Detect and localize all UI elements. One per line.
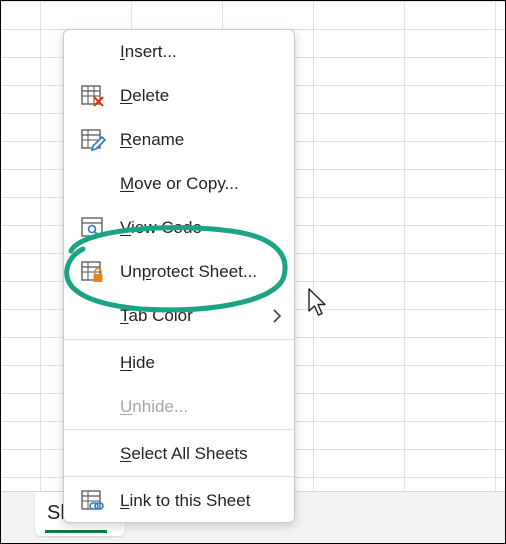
menu-item-label: Link to this Sheet	[120, 491, 251, 510]
menu-item-hide[interactable]: Hide	[64, 345, 294, 381]
sheet-tab-underline	[45, 530, 107, 533]
unprotect-sheet-icon	[81, 261, 103, 282]
menu-item-rename[interactable]: Rename	[64, 122, 294, 158]
delete-sheet-icon	[81, 85, 104, 107]
menu-item-delete[interactable]: Delete	[64, 78, 294, 114]
menu-item-label: Select All Sheets	[120, 444, 248, 463]
mouse-pointer-icon	[308, 288, 326, 316]
menu-item-label: Insert...	[120, 42, 177, 61]
menu-item-label: Rename	[120, 130, 185, 149]
sheet-context-menu: Insert... Delete Rename Move or Copy... …	[63, 29, 295, 523]
menu-separator	[64, 429, 294, 430]
menu-separator	[64, 339, 294, 340]
menu-item-label: Hide	[120, 353, 155, 372]
menu-item-label: Tab Color	[120, 306, 193, 325]
menu-item-label: Unprotect Sheet...	[120, 262, 258, 281]
menu-item-tab-color[interactable]: Tab Color	[64, 298, 294, 334]
menu-item-label: Move or Copy...	[120, 174, 239, 193]
menu-item-select-all-sheets[interactable]: Select All Sheets	[64, 436, 294, 472]
menu-item-move-or-copy[interactable]: Move or Copy...	[64, 166, 294, 202]
menu-separator	[64, 476, 294, 477]
menu-item-unprotect-sheet[interactable]: Unprotect Sheet...	[64, 254, 294, 290]
menu-item-label: View Code	[120, 218, 202, 237]
link-sheet-icon	[81, 490, 104, 510]
menu-item-link-to-this-sheet[interactable]: Link to this Sheet	[64, 483, 294, 519]
excel-window: Sh Insert... Delete Rename Move or Copy.…	[0, 0, 506, 544]
menu-item-label: Unhide...	[120, 397, 189, 416]
menu-item-unhide: Unhide...	[64, 389, 294, 425]
chevron-right-icon	[273, 309, 282, 323]
menu-item-insert[interactable]: Insert...	[64, 34, 294, 70]
menu-item-view-code[interactable]: View Code	[64, 210, 294, 246]
menu-item-label: Delete	[120, 86, 170, 105]
rename-sheet-icon	[81, 129, 106, 152]
view-code-icon	[81, 217, 103, 237]
